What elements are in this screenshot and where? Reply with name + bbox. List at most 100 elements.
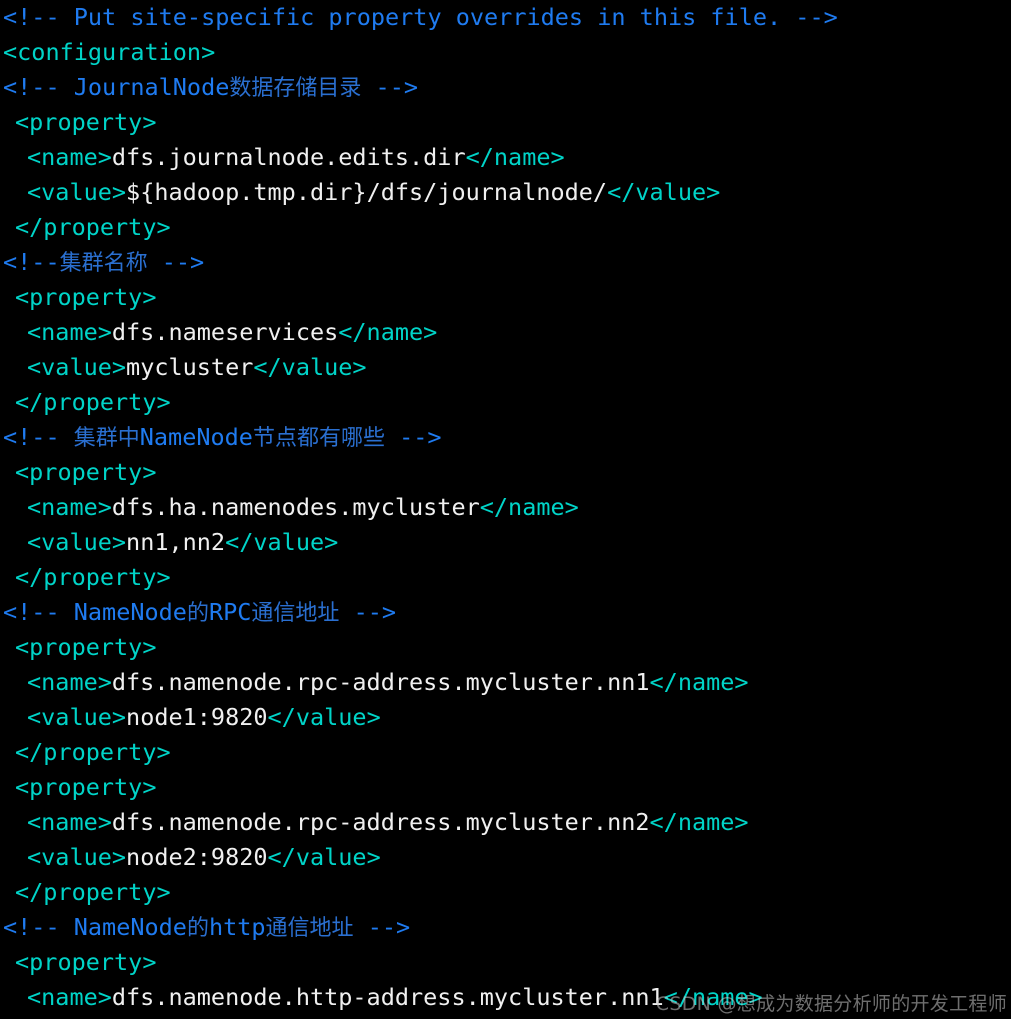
code-token-text: nn1,nn2	[126, 528, 226, 556]
code-token-tag: <name>	[27, 493, 112, 521]
code-token-cjk: 数据存储目录	[229, 76, 362, 101]
code-token-tag: <value>	[27, 843, 127, 871]
code-line[interactable]: <!-- JournalNode数据存储目录 -->	[0, 70, 1011, 105]
code-token-tag: </name>	[338, 318, 438, 346]
code-token-tag: <property>	[15, 948, 157, 976]
code-token-comment: <!--	[3, 248, 60, 276]
code-line[interactable]: <name>dfs.nameservices</name>	[0, 315, 1011, 350]
code-token-comment: RPC	[208, 598, 252, 626]
code-token-tag: </name>	[663, 983, 763, 1011]
code-line[interactable]: <!-- NameNode的http通信地址 -->	[0, 910, 1011, 945]
code-token-comment: <!--	[3, 913, 74, 941]
code-line[interactable]: <name>dfs.namenode.http-address.mycluste…	[0, 980, 1011, 1015]
code-token-cjk: 节点都有哪些	[252, 426, 385, 451]
code-token-tag: </value>	[267, 843, 381, 871]
code-token-cjk: 的	[186, 601, 209, 626]
code-line[interactable]: </property>	[0, 735, 1011, 770]
code-line[interactable]: <value>nn1,nn2</value>	[0, 525, 1011, 560]
code-line[interactable]: <value>mycluster</value>	[0, 350, 1011, 385]
code-token-comment: NameNode	[73, 598, 187, 626]
code-token-text: dfs.nameservices	[111, 318, 339, 346]
code-token-cjk: 集群名称	[59, 251, 148, 276]
code-editor-canvas[interactable]: <!-- Put site-specific property override…	[0, 0, 1011, 1019]
code-token-comment: -->	[339, 598, 397, 626]
code-line[interactable]: <!-- 集群中NameNode节点都有哪些 -->	[0, 420, 1011, 455]
code-token-comment: <!--	[3, 73, 74, 101]
code-token-tag: <value>	[27, 178, 127, 206]
code-line[interactable]: <name>dfs.journalnode.edits.dir</name>	[0, 140, 1011, 175]
code-token-cjk: 通信地址	[265, 916, 354, 941]
code-token-cjk: 通信地址	[251, 601, 340, 626]
code-token-tag: <configuration>	[3, 38, 216, 66]
code-line[interactable]: <value>node1:9820</value>	[0, 700, 1011, 735]
code-token-tag: </name>	[649, 808, 749, 836]
code-line[interactable]: <property>	[0, 280, 1011, 315]
code-token-tag: </property>	[15, 738, 171, 766]
code-line[interactable]: <name>dfs.ha.namenodes.mycluster</name>	[0, 490, 1011, 525]
code-block[interactable]: <!-- Put site-specific property override…	[0, 0, 1011, 1015]
code-line[interactable]: <name>dfs.namenode.rpc-address.mycluster…	[0, 665, 1011, 700]
code-token-tag: <name>	[27, 808, 112, 836]
code-line[interactable]: <name>dfs.namenode.rpc-address.mycluster…	[0, 805, 1011, 840]
code-line[interactable]: <property>	[0, 770, 1011, 805]
code-token-tag: </name>	[479, 493, 579, 521]
code-token-tag: <property>	[15, 108, 157, 136]
code-token-comment: <!--	[3, 598, 74, 626]
code-token-tag: </property>	[15, 878, 171, 906]
code-line[interactable]: <property>	[0, 945, 1011, 980]
code-token-tag: </value>	[225, 528, 339, 556]
code-token-cjk: 集群中	[73, 426, 140, 451]
code-token-comment: <!-- Put site-specific property override…	[3, 3, 838, 31]
code-token-text: dfs.namenode.http-address.mycluster.nn1	[111, 983, 664, 1011]
code-line[interactable]: <configuration>	[0, 35, 1011, 70]
code-token-tag: <value>	[27, 528, 127, 556]
code-token-text: dfs.namenode.rpc-address.mycluster.nn1	[111, 668, 650, 696]
code-token-text: ${hadoop.tmp.dir}/dfs/journalnode/	[126, 178, 608, 206]
code-line[interactable]: </property>	[0, 875, 1011, 910]
code-token-comment: NameNode	[73, 913, 187, 941]
code-token-tag: <value>	[27, 353, 127, 381]
code-token-tag: <property>	[15, 773, 157, 801]
code-line[interactable]: <!-- NameNode的RPC通信地址 -->	[0, 595, 1011, 630]
code-token-tag: </name>	[465, 143, 565, 171]
code-token-comment: -->	[147, 248, 205, 276]
code-token-tag: </value>	[607, 178, 721, 206]
code-line[interactable]: <value>${hadoop.tmp.dir}/dfs/journalnode…	[0, 175, 1011, 210]
code-token-tag: <property>	[15, 283, 157, 311]
code-line[interactable]: </property>	[0, 210, 1011, 245]
code-token-comment: http	[208, 913, 266, 941]
code-token-tag: <name>	[27, 668, 112, 696]
code-line[interactable]: <property>	[0, 105, 1011, 140]
code-token-comment: -->	[361, 73, 418, 101]
code-line[interactable]: </property>	[0, 385, 1011, 420]
code-token-tag: <property>	[15, 633, 157, 661]
code-token-text: dfs.journalnode.edits.dir	[111, 143, 466, 171]
code-token-comment: -->	[353, 913, 411, 941]
code-token-tag: </name>	[649, 668, 749, 696]
code-line[interactable]: <!-- Put site-specific property override…	[0, 0, 1011, 35]
code-token-tag: <value>	[27, 703, 127, 731]
code-line[interactable]: <value>node2:9820</value>	[0, 840, 1011, 875]
code-token-text: dfs.ha.namenodes.mycluster	[111, 493, 480, 521]
code-token-comment: <!--	[3, 423, 74, 451]
code-token-text: node2:9820	[126, 843, 268, 871]
code-line[interactable]: <property>	[0, 630, 1011, 665]
code-line[interactable]: <property>	[0, 455, 1011, 490]
code-token-text: node1:9820	[126, 703, 268, 731]
code-token-cjk: 的	[186, 916, 209, 941]
code-token-tag: <property>	[15, 458, 157, 486]
code-token-tag: </value>	[267, 703, 381, 731]
code-token-tag: </property>	[15, 213, 171, 241]
code-token-comment: NameNode	[139, 423, 253, 451]
code-token-comment: JournalNode	[73, 73, 230, 101]
code-token-text: mycluster	[126, 353, 254, 381]
code-token-tag: </property>	[15, 388, 171, 416]
code-token-tag: <name>	[27, 143, 112, 171]
code-token-comment: -->	[384, 423, 442, 451]
code-token-tag: </value>	[253, 353, 367, 381]
code-token-tag: </property>	[15, 563, 171, 591]
code-token-tag: <name>	[27, 983, 112, 1011]
code-token-text: dfs.namenode.rpc-address.mycluster.nn2	[111, 808, 650, 836]
code-line[interactable]: <!--集群名称 -->	[0, 245, 1011, 280]
code-line[interactable]: </property>	[0, 560, 1011, 595]
